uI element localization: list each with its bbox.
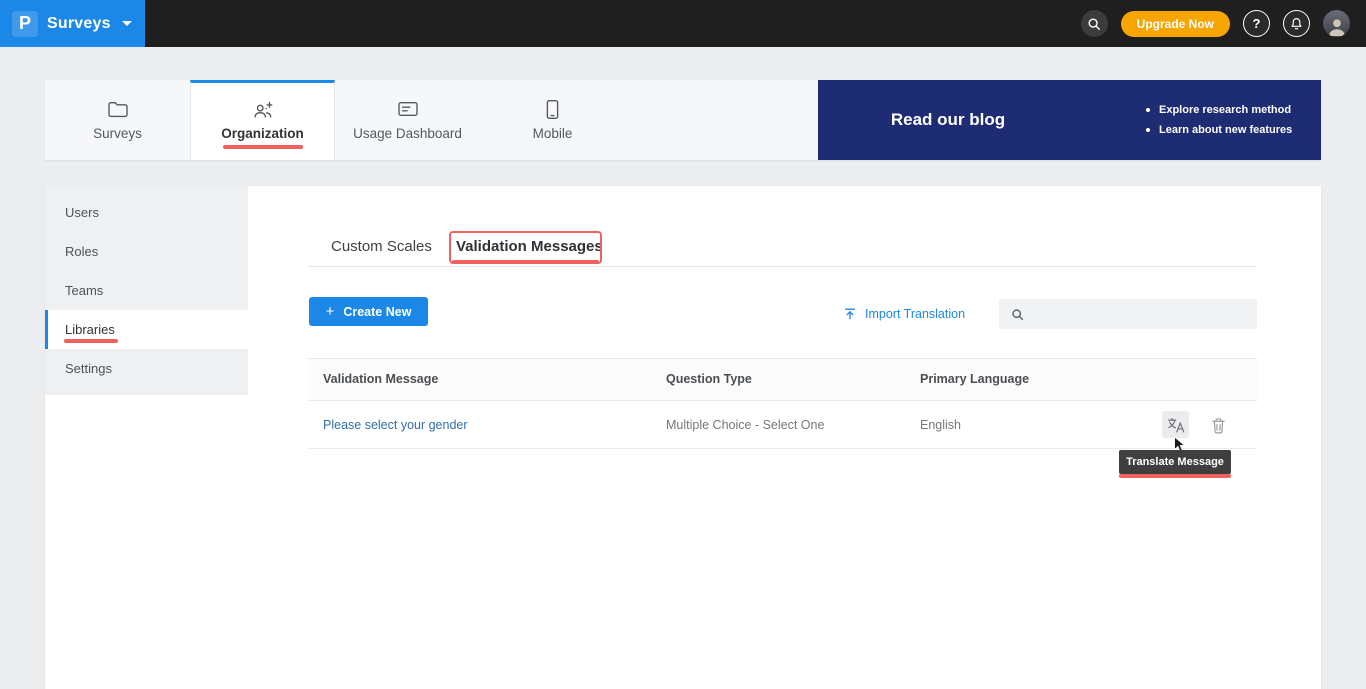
create-new-button[interactable]: + Create New bbox=[309, 297, 428, 326]
bullet-text: Learn about new features bbox=[1159, 124, 1292, 136]
translate-message-tooltip: Translate Message bbox=[1119, 450, 1231, 474]
sidebar-item-label: Libraries bbox=[65, 322, 115, 337]
folder-icon bbox=[107, 97, 129, 121]
annotation-underline-validation-messages bbox=[452, 260, 599, 264]
product-switcher[interactable]: P Surveys bbox=[0, 0, 145, 47]
plus-icon: + bbox=[326, 304, 335, 319]
tab-usage-dashboard[interactable]: Usage Dashboard bbox=[335, 80, 480, 160]
sidebar-item-label: Teams bbox=[65, 283, 103, 298]
search-icon bbox=[1011, 308, 1024, 321]
help-button[interactable]: ? bbox=[1243, 10, 1270, 37]
tab-label: Usage Dashboard bbox=[353, 126, 462, 141]
primary-language-cell: English bbox=[920, 401, 961, 449]
tab-surveys[interactable]: Surveys bbox=[45, 80, 190, 160]
search-input[interactable] bbox=[1032, 299, 1257, 329]
sidebar-item-label: Settings bbox=[65, 361, 112, 376]
sidebar-item-users[interactable]: Users bbox=[45, 193, 248, 232]
upgrade-button[interactable]: Upgrade Now bbox=[1121, 11, 1230, 37]
sidebar-item-label: Roles bbox=[65, 244, 98, 259]
person-icon bbox=[1326, 15, 1348, 37]
search-icon bbox=[1087, 17, 1101, 31]
sidebar-item-settings[interactable]: Settings bbox=[45, 349, 248, 388]
product-nav-card: Surveys Organization Usage Dashboard M bbox=[45, 80, 1321, 160]
brand-name: Surveys bbox=[47, 15, 111, 33]
topbar: P Surveys Upgrade Now ? bbox=[0, 0, 1366, 47]
bullet-dot bbox=[1146, 108, 1150, 112]
import-translation-label: Import Translation bbox=[865, 307, 965, 321]
question-type-cell: Multiple Choice - Select One bbox=[666, 401, 824, 449]
search-button[interactable] bbox=[1081, 10, 1108, 37]
validation-messages-table: Validation Message Question Type Primary… bbox=[308, 358, 1257, 449]
smartphone-icon bbox=[546, 97, 559, 121]
tab-label: Mobile bbox=[533, 126, 573, 141]
tab-organization[interactable]: Organization bbox=[190, 80, 335, 160]
blog-bullet: Learn about new features bbox=[1146, 124, 1292, 136]
bullet-text: Explore research method bbox=[1159, 104, 1291, 116]
sidebar-item-roles[interactable]: Roles bbox=[45, 232, 248, 271]
import-upload-icon bbox=[843, 307, 857, 321]
sidebar-item-label: Users bbox=[65, 205, 99, 220]
validation-message-link[interactable]: Please select your gender bbox=[323, 401, 468, 449]
organization-people-icon bbox=[251, 97, 275, 121]
search-box bbox=[999, 299, 1257, 329]
col-header-validation-message: Validation Message bbox=[323, 359, 438, 400]
create-new-label: Create New bbox=[343, 305, 411, 319]
table-header-row: Validation Message Question Type Primary… bbox=[308, 358, 1257, 401]
dashboard-icon bbox=[397, 97, 419, 121]
col-header-primary-language: Primary Language bbox=[920, 359, 1029, 400]
page: P Surveys Upgrade Now ? bbox=[0, 0, 1366, 689]
avatar[interactable] bbox=[1323, 10, 1350, 37]
libraries-content: Custom Scales Validation Messages + Crea… bbox=[248, 186, 1321, 689]
col-header-question-type: Question Type bbox=[666, 359, 752, 400]
questionpro-logo: P bbox=[12, 11, 38, 37]
trash-icon bbox=[1211, 417, 1226, 434]
blog-bullets: Explore research method Learn about new … bbox=[1146, 104, 1292, 136]
annotation-underline-tooltip bbox=[1119, 474, 1231, 478]
topbar-actions: Upgrade Now ? bbox=[1081, 0, 1350, 47]
notifications-button[interactable] bbox=[1283, 10, 1310, 37]
tab-validation-messages[interactable]: Validation Messages bbox=[456, 238, 603, 255]
org-sidebar: Users Roles Teams Libraries Settings bbox=[45, 186, 248, 395]
import-translation-button[interactable]: Import Translation bbox=[843, 304, 965, 324]
table-row: Please select your gender Multiple Choic… bbox=[308, 401, 1257, 449]
annotation-underline-organization bbox=[223, 145, 303, 149]
chevron-down-icon bbox=[122, 21, 132, 26]
blog-bullet: Explore research method bbox=[1146, 104, 1292, 116]
translate-message-button[interactable] bbox=[1162, 411, 1189, 438]
bullet-dot bbox=[1146, 128, 1150, 132]
tab-mobile[interactable]: Mobile bbox=[480, 80, 625, 160]
tab-label: Surveys bbox=[93, 126, 142, 141]
tab-label: Organization bbox=[221, 126, 304, 141]
delete-button[interactable] bbox=[1207, 414, 1229, 436]
blog-title: Read our blog bbox=[818, 80, 1078, 160]
tab-custom-scales[interactable]: Custom Scales bbox=[331, 238, 432, 255]
question-mark-icon: ? bbox=[1253, 16, 1261, 31]
sidebar-item-teams[interactable]: Teams bbox=[45, 271, 248, 310]
tabs-divider bbox=[308, 266, 1257, 267]
organization-panel: Users Roles Teams Libraries Settings Cus… bbox=[45, 186, 1321, 689]
bell-icon bbox=[1290, 17, 1303, 30]
annotation-underline-libraries bbox=[64, 339, 118, 343]
translate-icon bbox=[1166, 416, 1186, 434]
sidebar-item-libraries[interactable]: Libraries bbox=[45, 310, 248, 349]
blog-banner[interactable]: Read our blog Explore research method Le… bbox=[818, 80, 1321, 160]
